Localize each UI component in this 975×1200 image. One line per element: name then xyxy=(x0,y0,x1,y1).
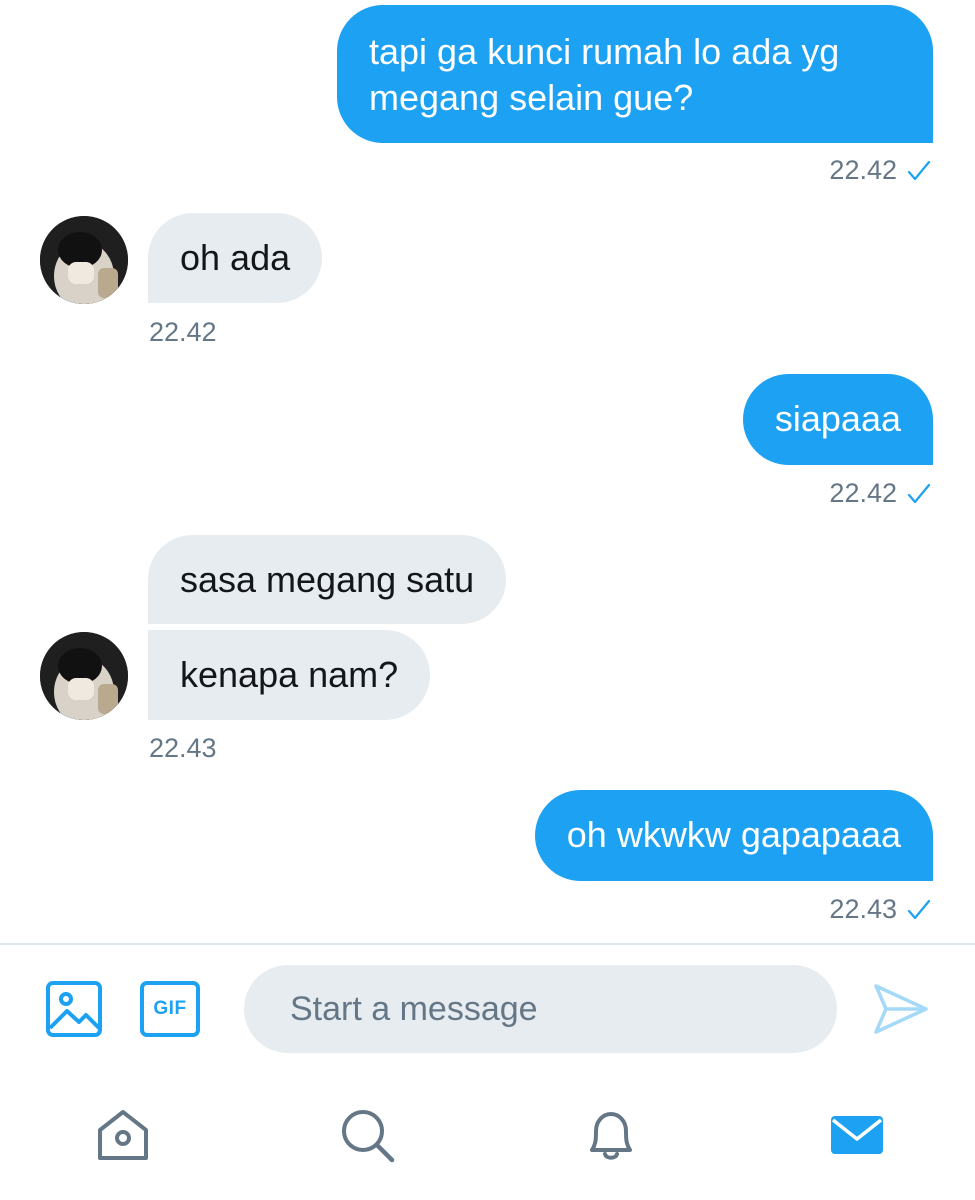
avatar-image xyxy=(40,632,128,720)
message-text: oh ada xyxy=(180,237,291,278)
tab-notifications[interactable] xyxy=(580,1104,642,1166)
message-text: sasa megang satu xyxy=(180,559,475,600)
composer-divider xyxy=(0,943,975,945)
checkmark-icon xyxy=(907,160,931,180)
tab-messages[interactable] xyxy=(826,1104,888,1166)
message-text: kenapa nam? xyxy=(180,654,399,695)
message-text-line: megang selain gue? xyxy=(369,77,694,118)
message-input[interactable]: Start a message xyxy=(244,965,837,1053)
message-timestamp: 22.42 xyxy=(829,155,931,186)
search-icon xyxy=(342,1110,395,1163)
avatar-image xyxy=(40,216,128,304)
message-timestamp: 22.43 xyxy=(829,894,931,925)
gif-button[interactable]: GIF xyxy=(140,981,200,1037)
message-text: siapaaa xyxy=(774,398,901,439)
message-timestamp: 22.43 xyxy=(149,733,217,764)
gif-label: GIF xyxy=(153,998,187,1019)
avatar[interactable] xyxy=(40,216,128,304)
checkmark-icon xyxy=(907,899,931,919)
timestamp-text: 22.43 xyxy=(829,894,897,924)
timestamp-text: 22.43 xyxy=(149,733,217,763)
tab-search[interactable] xyxy=(336,1104,398,1166)
home-icon xyxy=(98,1110,148,1160)
notifications-icon xyxy=(590,1112,632,1160)
send-button[interactable] xyxy=(872,980,930,1038)
message-received[interactable]: kenapa nam? xyxy=(148,630,431,720)
checkmark-icon xyxy=(907,483,931,503)
messages-icon xyxy=(831,1116,883,1154)
message-input-placeholder: Start a message xyxy=(290,989,538,1028)
timestamp-text: 22.42 xyxy=(829,155,897,185)
image-icon xyxy=(46,981,102,1037)
message-text-line: tapi ga kunci rumah lo ada yg xyxy=(369,31,840,72)
message-timestamp: 22.42 xyxy=(829,478,931,509)
media-button[interactable] xyxy=(44,979,104,1039)
message-received[interactable]: sasa megang satu xyxy=(148,535,507,624)
message-text: oh wkwkw gapapaaa xyxy=(566,814,901,855)
message-received[interactable]: oh ada xyxy=(148,213,323,303)
message-sent[interactable]: tapi ga kunci rumah lo ada yg megang sel… xyxy=(337,5,933,143)
avatar[interactable] xyxy=(40,632,128,720)
timestamp-text: 22.42 xyxy=(829,478,897,508)
send-icon xyxy=(874,984,928,1034)
message-sent[interactable]: oh wkwkw gapapaaa xyxy=(534,790,933,881)
timestamp-text: 22.42 xyxy=(149,317,217,347)
message-timestamp: 22.42 xyxy=(149,317,217,348)
tab-home[interactable] xyxy=(92,1104,154,1166)
message-sent[interactable]: siapaaa xyxy=(742,374,933,465)
